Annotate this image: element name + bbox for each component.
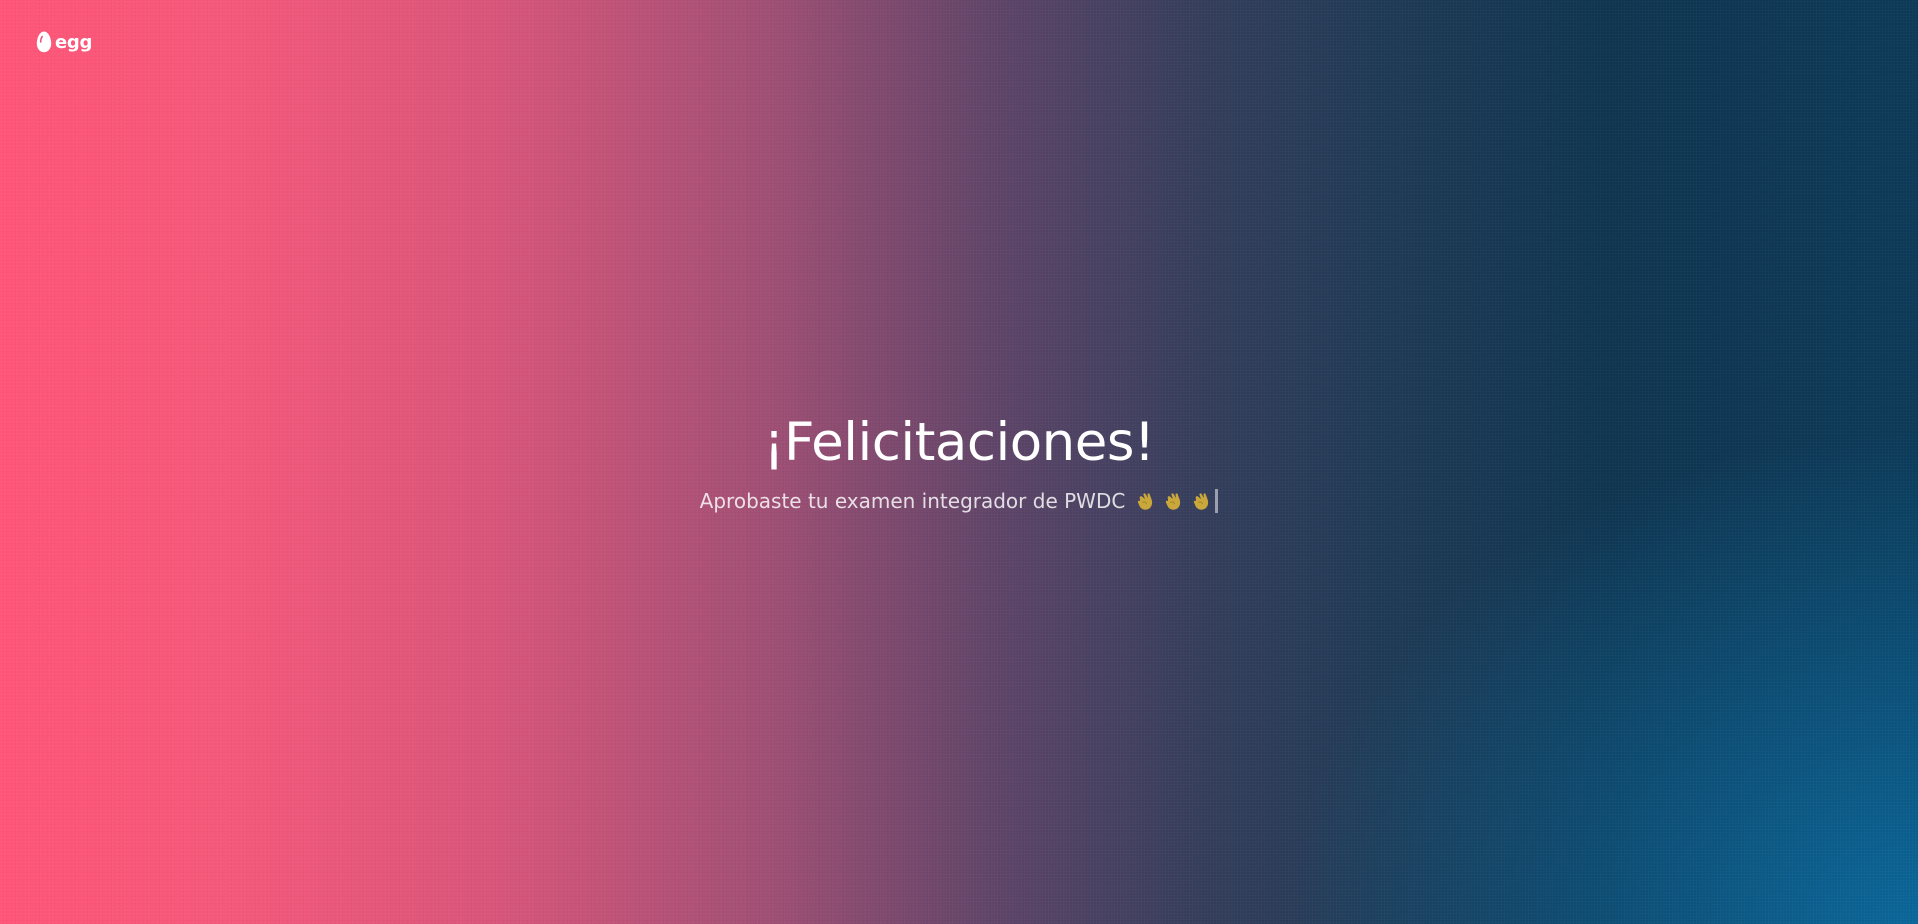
congratulations-panel: ¡Felicitaciones! Aprobaste tu examen int… [0, 408, 1918, 516]
clapping-hands-icon [1138, 493, 1153, 510]
subtitle-text: Aprobaste tu examen integrador de PWDC [699, 489, 1126, 513]
page-title: ¡Felicitaciones! [763, 412, 1155, 473]
logo-text: egg [55, 31, 93, 53]
typing-caret [1215, 489, 1219, 513]
clapping-hands-icon [1194, 493, 1209, 510]
clapping-hands-group [1135, 490, 1213, 512]
egg-icon [36, 31, 52, 53]
clapping-hands-icon [1166, 493, 1181, 510]
subtitle-line: Aprobaste tu examen integrador de PWDC [700, 486, 1219, 516]
egg-logo-link[interactable]: egg [36, 31, 92, 53]
